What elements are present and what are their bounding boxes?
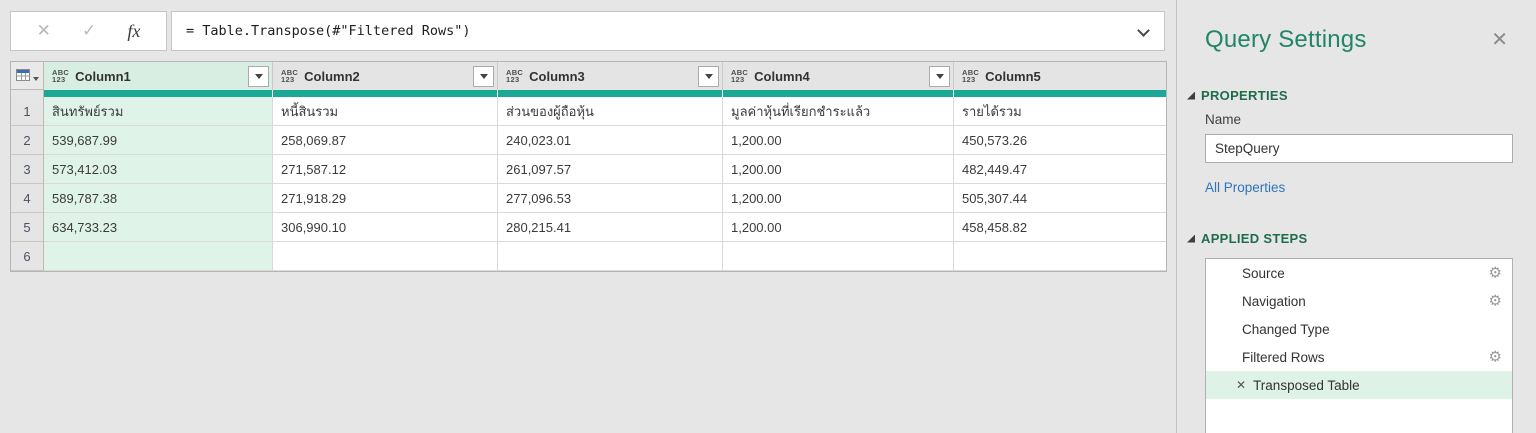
filter-caret-icon [935,73,944,79]
table-row: 4 589,787.38 271,918.29 277,096.53 1,200… [11,184,1166,213]
cell[interactable]: หนี้สินรวม [273,97,498,126]
row-number: 6 [11,242,44,271]
cell[interactable]: 573,412.03 [44,155,273,184]
gear-icon[interactable]: ⚙ [1489,293,1502,309]
cell[interactable]: 277,096.53 [498,184,723,213]
query-settings-panel: Query Settings ✕ PROPERTIES Name All Pro… [1176,0,1536,433]
cell[interactable]: 634,733.23 [44,213,273,242]
column-name: Column1 [75,68,131,84]
filter-dropdown-button[interactable] [248,65,269,87]
row-number: 4 [11,184,44,213]
all-properties-link[interactable]: All Properties [1205,180,1285,195]
column-accent-bar [11,90,1166,97]
formula-buttons: ✕ ✓ fx [10,11,167,51]
collapse-triangle-icon[interactable] [1187,234,1195,243]
gear-icon[interactable]: ⚙ [1489,265,1502,281]
confirm-check-icon[interactable]: ✓ [82,21,96,41]
name-label: Name [1205,112,1242,127]
step-source[interactable]: Source ⚙ [1206,259,1512,287]
cell[interactable] [44,242,273,271]
cell[interactable]: 482,449.47 [954,155,1166,184]
table-row: 3 573,412.03 271,587.12 261,097.57 1,200… [11,155,1166,184]
column-header-column3[interactable]: ABC 123 Column3 [498,62,723,90]
formula-bar: ✕ ✓ fx = Table.Transpose(#"Filtered Rows… [10,11,1165,51]
table-row: 1 สินทรัพย์รวม หนี้สินรวม ส่วนของผู้ถือห… [11,97,1166,126]
applied-steps-section-header[interactable]: APPLIED STEPS [1187,231,1307,246]
cell[interactable]: 1,200.00 [723,126,954,155]
table-row: 5 634,733.23 306,990.10 280,215.41 1,200… [11,213,1166,242]
table-menu-button[interactable] [11,62,44,90]
delete-step-icon[interactable]: ✕ [1236,378,1246,392]
cell[interactable] [498,242,723,271]
properties-section-header[interactable]: PROPERTIES [1187,88,1288,103]
collapse-triangle-icon[interactable] [1187,91,1195,100]
cell[interactable]: 505,307.44 [954,184,1166,213]
filter-caret-icon [479,73,488,79]
row-number: 3 [11,155,44,184]
cell[interactable]: 1,200.00 [723,184,954,213]
cell[interactable]: 258,069.87 [273,126,498,155]
column-name: Column5 [985,68,1041,84]
any-type-icon[interactable]: ABC 123 [962,69,979,84]
cancel-icon[interactable]: ✕ [37,21,51,41]
cell[interactable]: 589,787.38 [44,184,273,213]
query-name-input[interactable] [1205,134,1513,163]
table-menu-caret-icon [32,76,39,81]
filter-caret-icon [704,73,713,79]
step-navigation[interactable]: Navigation ⚙ [1206,287,1512,315]
formula-input[interactable]: = Table.Transpose(#"Filtered Rows") [171,11,1165,51]
row-number: 2 [11,126,44,155]
filter-dropdown-button[interactable] [698,65,719,87]
gear-icon[interactable]: ⚙ [1489,349,1502,365]
panel-title: Query Settings [1205,26,1367,53]
column-name: Column2 [304,68,360,84]
row-number: 5 [11,213,44,242]
step-changed-type[interactable]: Changed Type [1206,315,1512,343]
any-type-icon[interactable]: ABC 123 [731,69,748,84]
column-header-column5[interactable]: ABC 123 Column5 [954,62,1166,90]
table-row: 6 [11,242,1166,271]
column-header-column4[interactable]: ABC 123 Column4 [723,62,954,90]
step-filtered-rows[interactable]: Filtered Rows ⚙ [1206,343,1512,371]
any-type-icon[interactable]: ABC 123 [52,69,69,84]
cell[interactable]: 539,687.99 [44,126,273,155]
any-type-icon[interactable]: ABC 123 [506,69,523,84]
cell[interactable]: รายได้รวม [954,97,1166,126]
any-type-icon[interactable]: ABC 123 [281,69,298,84]
expand-formula-bar-icon[interactable] [1137,24,1150,37]
cell[interactable]: ส่วนของผู้ถือหุ้น [498,97,723,126]
filter-caret-icon [254,73,263,79]
cell[interactable]: 450,573.26 [954,126,1166,155]
formula-text[interactable]: = Table.Transpose(#"Filtered Rows") [186,23,470,39]
column-header-column2[interactable]: ABC 123 Column2 [273,62,498,90]
cell[interactable] [954,242,1166,271]
filter-dropdown-button[interactable] [929,65,950,87]
column-name: Column3 [529,68,585,84]
cell[interactable] [723,242,954,271]
column-header-column1[interactable]: ABC 123 Column1 [44,62,273,90]
table-row: 2 539,687.99 258,069.87 240,023.01 1,200… [11,126,1166,155]
cell[interactable]: 240,023.01 [498,126,723,155]
cell[interactable]: มูลค่าหุ้นที่เรียกชำระแล้ว [723,97,954,126]
cell[interactable]: 261,097.57 [498,155,723,184]
row-number: 1 [11,97,44,126]
filter-dropdown-button[interactable] [473,65,494,87]
cell[interactable]: 458,458.82 [954,213,1166,242]
close-icon[interactable]: ✕ [1491,30,1508,50]
cell[interactable] [273,242,498,271]
column-name: Column4 [754,68,810,84]
cell[interactable]: 271,918.29 [273,184,498,213]
cell[interactable]: 1,200.00 [723,213,954,242]
cell[interactable]: 1,200.00 [723,155,954,184]
table-icon [15,69,30,81]
cell[interactable]: 271,587.12 [273,155,498,184]
cell[interactable]: 280,215.41 [498,213,723,242]
fx-icon[interactable]: fx [127,21,140,42]
cell[interactable]: สินทรัพย์รวม [44,97,273,126]
cell[interactable]: 306,990.10 [273,213,498,242]
data-preview-grid: ABC 123 Column1 ABC 123 Column2 ABC 123 Col… [10,61,1167,272]
applied-steps-list: Source ⚙ Navigation ⚙ Changed Type Filte… [1205,258,1513,433]
step-transposed-table[interactable]: ✕ Transposed Table [1206,371,1512,399]
